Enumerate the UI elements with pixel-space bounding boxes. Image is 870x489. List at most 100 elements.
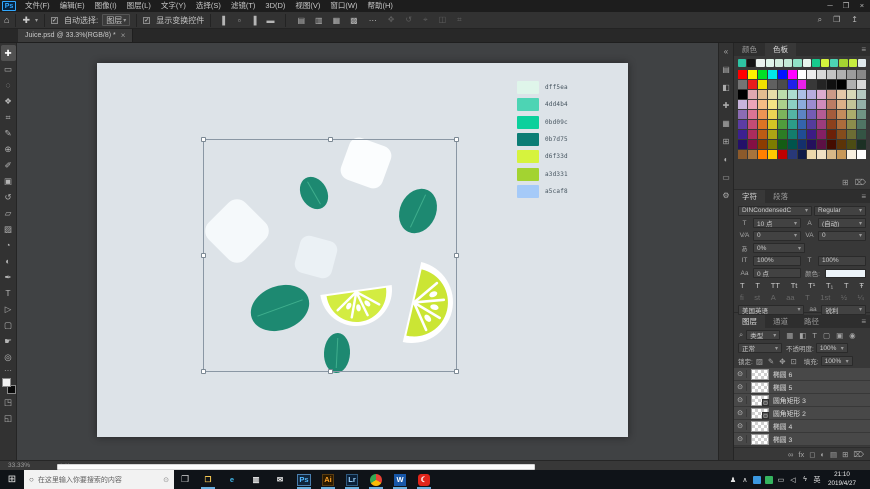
swatch-cell[interactable] [778,70,787,79]
swatch-cell[interactable] [807,110,816,119]
swatch-cell[interactable] [817,150,826,159]
hand-tool[interactable]: ☛ [1,333,16,349]
swatch-cell[interactable] [857,90,866,99]
opentype-button[interactable]: st [754,293,760,302]
swatch-cell[interactable] [778,150,787,159]
taskbar-app-chrome[interactable] [364,470,388,489]
screen-mode-button[interactable]: ◳ [1,394,16,410]
swatch-cell[interactable] [837,110,846,119]
taskbar-app-word[interactable]: W [388,470,412,489]
swatch-cell[interactable] [807,80,816,89]
swatch-cell[interactable] [847,130,856,139]
taskbar-app-store[interactable]: ▥ [244,470,268,489]
tracking-select[interactable]: 0▾ [818,231,866,241]
workspace-switcher-icon[interactable]: ❐ [831,15,842,25]
swatch-cell[interactable] [788,150,797,159]
path-selection-tool[interactable]: ▷ [1,301,16,317]
swatch-cell[interactable] [768,90,777,99]
swatch-cell[interactable] [798,130,807,139]
tab-swatches[interactable]: 色板 [765,43,796,56]
swatch-cell[interactable] [748,100,757,109]
swatch-cell[interactable] [847,110,856,119]
layer-filter-button[interactable]: ◧ [798,331,807,340]
swatch-cell[interactable] [778,80,787,89]
workspace-3d-button[interactable]: ✥ [386,15,397,25]
type-style-button[interactable]: TT [771,281,780,290]
selection-handle[interactable] [454,137,459,142]
menu-item[interactable]: 窗口(W) [325,0,362,12]
tab-paragraph[interactable]: 段落 [765,190,796,203]
layers-footer-icon[interactable]: ◐ [820,450,825,459]
swatch-cell[interactable] [798,70,807,79]
layer-thumbnail[interactable]: ▢ [751,434,769,445]
opacity-field[interactable]: 100%▾ [816,343,848,353]
layer-row[interactable]: ⊙ ▢ 椭圆 4 [734,420,870,433]
tray-icon[interactable]: 英 [813,476,821,484]
swatch-cell[interactable] [817,130,826,139]
tray-icon[interactable] [753,476,761,484]
swatch-cell[interactable] [788,70,797,79]
type-style-button[interactable]: T¹ [808,281,815,290]
swatch-cell[interactable] [788,130,797,139]
panel-strip-icon[interactable]: ▦ [722,119,730,128]
swatch-cell[interactable] [748,110,757,119]
screen-mode-button[interactable]: ◱ [1,410,16,426]
leading-select[interactable]: (自动)▾ [818,218,866,228]
opentype-button[interactable]: 1st [820,293,830,302]
crop-tool[interactable]: ⌗ [1,109,16,125]
tab-character[interactable]: 字符 [734,190,765,203]
clone-stamp-tool[interactable]: ▣ [1,173,16,189]
swatch-cell[interactable] [827,90,836,99]
layer-row[interactable]: ⊙ ▢ 椭圆 3 [734,433,870,446]
swatch-cell[interactable] [788,140,797,149]
anti-alias-select[interactable]: 锐利▾ [821,305,866,315]
selection-handle[interactable] [201,369,206,374]
swatch-cell[interactable] [748,70,757,79]
minimize-button[interactable]: ─ [822,0,838,12]
opentype-button[interactable]: ½ [841,293,847,302]
canvas[interactable]: dff5ea 4dd4b4 0bd09c 0b7d75 [97,63,628,437]
font-family-select[interactable]: DINCondensedC▾ [738,206,812,216]
workspace-3d-button[interactable]: ⌗ [455,15,464,25]
swatch-cell[interactable] [738,140,747,149]
swatch-cell[interactable] [738,70,747,79]
swatch-cell[interactable] [778,130,787,139]
baseline-field[interactable]: 0 点 [753,268,801,278]
vertical-scale-field[interactable]: 100% [753,256,801,266]
swatch-cell[interactable] [837,100,846,109]
swatch-cell[interactable] [738,100,747,109]
swatch-cell[interactable] [827,80,836,89]
swatch-cell[interactable] [817,90,826,99]
swatch-cell[interactable] [857,140,866,149]
share-icon[interactable]: ↥ [849,15,860,25]
swatch-cell[interactable] [738,59,746,67]
layer-filter-select[interactable]: 类型▾ [746,330,780,340]
swatch-cell[interactable] [857,80,866,89]
swatch-cell[interactable] [807,130,816,139]
panel-strip-icon[interactable]: ⚙ [722,191,729,200]
taskbar-app-mail[interactable]: ✉ [268,470,292,489]
swatch-cell[interactable] [857,130,866,139]
layers-footer-icon[interactable]: ▤ [830,450,837,459]
swatch-cell[interactable] [766,59,774,67]
swatch-cell[interactable] [807,90,816,99]
swatch-cell[interactable] [803,59,811,67]
document-tab[interactable]: Juice.psd @ 33.3%(RGB/8) * × [18,29,133,42]
tab-color[interactable]: 颜色 [734,43,765,56]
type-style-button[interactable]: T [740,281,745,290]
distribute-button[interactable]: ▥ [313,16,325,25]
panel-strip-icon[interactable]: « [724,47,728,56]
taskbar-app-edge[interactable]: e [220,470,244,489]
swatch-cell[interactable] [827,120,836,129]
type-style-button[interactable]: Ŧ [859,281,864,290]
tray-icon[interactable]: ▭ [777,476,785,484]
fill-field[interactable]: 100%▾ [821,356,853,366]
tab-paths[interactable]: 路径 [796,315,827,328]
panel-strip-icon[interactable]: ⊞ [723,137,730,146]
align-button[interactable]: ▫ [236,16,243,25]
swatch-cell[interactable] [778,100,787,109]
tray-icon[interactable] [765,476,773,484]
tsume-select[interactable]: 0%▾ [753,243,805,253]
layer-name[interactable]: 圆角矩形 2 [773,408,806,418]
selection-handle[interactable] [328,137,333,142]
